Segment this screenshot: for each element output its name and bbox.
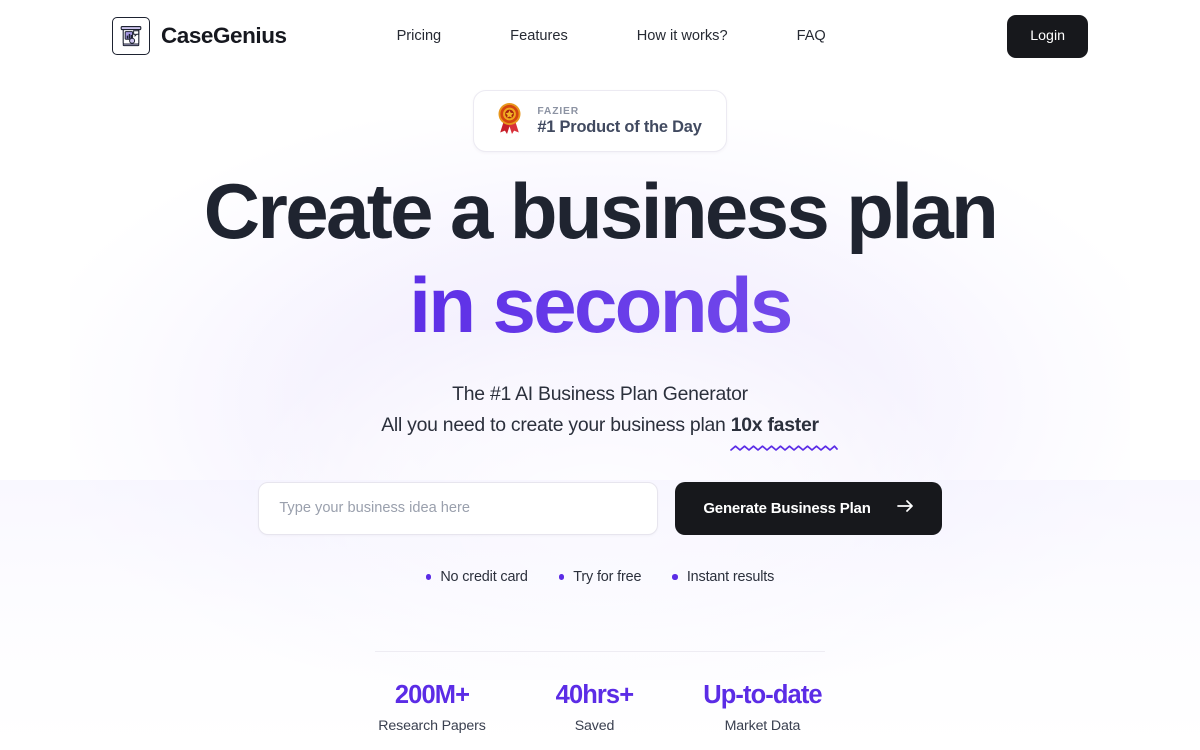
generate-business-plan-button[interactable]: Generate Business Plan — [675, 481, 942, 535]
landing-page: CaseGenius Pricing Features How it works… — [0, 0, 1200, 750]
badge-kicker: FAZIER — [537, 105, 580, 117]
main-navigation: Pricing Features How it works? FAQ — [397, 20, 826, 52]
perk-instant-results: Instant results — [672, 569, 774, 585]
nav-item-pricing[interactable]: Pricing — [397, 20, 442, 52]
stat-value: 40hrs+ — [555, 680, 634, 709]
perks-list: No credit card Try for free Instant resu… — [0, 569, 1200, 585]
badge-text-group: FAZIER #1 Product of the Day — [537, 106, 701, 137]
business-idea-input[interactable] — [258, 481, 659, 535]
product-badge-row: FAZIER #1 Product of the Day — [0, 90, 1200, 152]
bullet-dot-icon — [425, 574, 432, 580]
hero-subtitle: The #1 AI Business Plan Generator All yo… — [0, 379, 1200, 451]
page-title: Create a business plan in seconds — [0, 172, 1200, 344]
perk-label: No credit card — [440, 568, 528, 585]
arrow-right-icon — [896, 499, 914, 517]
nav-item-features[interactable]: Features — [510, 20, 568, 52]
award-ribbon-icon — [496, 102, 523, 140]
stat-research-papers: 200M+ Research Papers — [378, 680, 486, 734]
idea-form: Generate Business Plan — [0, 481, 1200, 535]
badge-title: #1 Product of the Day — [537, 117, 702, 136]
stat-market-data: Up-to-date Market Data — [703, 680, 822, 734]
perk-label: Instant results — [686, 568, 775, 585]
headline-line-2: in seconds — [0, 266, 1200, 344]
headline-line-1: Create a business plan — [203, 167, 999, 255]
perk-try-for-free: Try for free — [558, 568, 642, 585]
bullet-dot-icon — [558, 574, 565, 580]
fazier-product-badge[interactable]: FAZIER #1 Product of the Day — [473, 90, 727, 152]
bullet-dot-icon — [672, 574, 678, 580]
nav-item-how-it-works[interactable]: How it works? — [637, 20, 728, 52]
hero-section: Create a business plan in seconds The #1… — [0, 172, 1200, 734]
stat-label: Saved — [574, 717, 615, 734]
subtitle-highlight: 10x faster — [729, 410, 838, 451]
stat-hours-saved: 40hrs+ Saved — [556, 681, 634, 734]
generate-button-label: Generate Business Plan — [703, 499, 871, 517]
stat-label: Market Data — [724, 717, 801, 734]
stats-row: 200M+ Research Papers 40hrs+ Saved Up-to… — [0, 681, 1200, 734]
subtitle-line-2-prefix: All you need to create your business pla… — [381, 414, 731, 437]
nav-item-faq[interactable]: FAQ — [797, 20, 826, 52]
squiggle-underline-icon — [729, 445, 838, 451]
stat-label: Research Papers — [378, 717, 486, 734]
stats-divider — [375, 650, 825, 652]
subtitle-line-2: All you need to create your business pla… — [0, 410, 1200, 451]
subtitle-line-1: The #1 AI Business Plan Generator — [452, 383, 748, 405]
login-button[interactable]: Login — [1007, 14, 1088, 58]
perk-no-credit-card: No credit card — [425, 568, 528, 585]
site-header: CaseGenius Pricing Features How it works… — [0, 0, 1200, 72]
subtitle-highlight-text: 10x faster — [730, 414, 819, 437]
brand-logo[interactable]: CaseGenius — [112, 17, 287, 55]
perk-label: Try for free — [573, 568, 642, 585]
brand-name: CaseGenius — [161, 23, 287, 48]
stat-value: 200M+ — [394, 680, 470, 709]
presentation-board-icon — [112, 17, 150, 55]
stat-value: Up-to-date — [703, 680, 822, 709]
